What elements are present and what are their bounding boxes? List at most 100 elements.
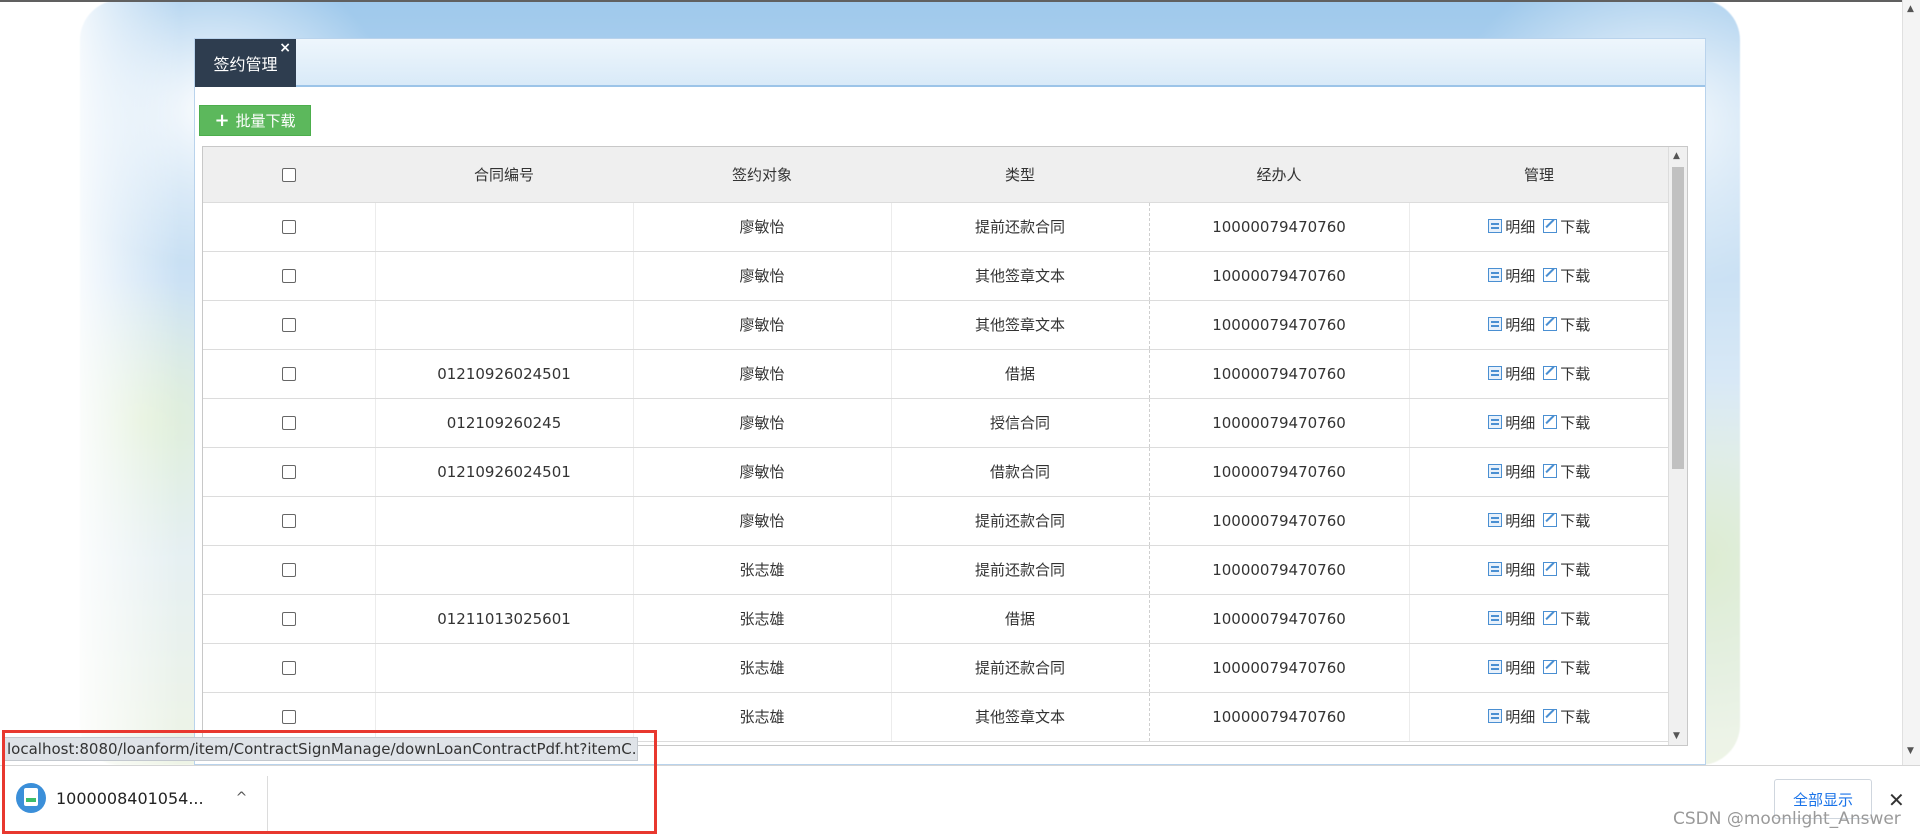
- download-link[interactable]: 下载: [1543, 608, 1590, 629]
- table-scroll-thumb[interactable]: [1672, 167, 1684, 469]
- row-checkbox[interactable]: [281, 563, 296, 577]
- handler-cell: 10000079470760: [1149, 692, 1410, 742]
- detail-link[interactable]: 明细: [1488, 657, 1535, 678]
- detail-label: 明细: [1505, 707, 1536, 726]
- row-checkbox[interactable]: [281, 416, 296, 430]
- detail-link[interactable]: 明细: [1488, 608, 1535, 629]
- row-checkbox[interactable]: [281, 269, 296, 283]
- detail-link[interactable]: 明细: [1488, 265, 1535, 286]
- column-header: 合同编号: [375, 147, 633, 203]
- background-fade-left: [0, 0, 180, 765]
- download-link[interactable]: 下载: [1543, 363, 1590, 384]
- page-scroll-up-icon[interactable]: ▲: [1907, 4, 1914, 14]
- actions-cell: 明细 下载: [1409, 643, 1669, 693]
- detail-link[interactable]: 明细: [1488, 706, 1535, 727]
- party-cell: 廖敏怡: [633, 398, 892, 448]
- download-link[interactable]: 下载: [1543, 706, 1590, 727]
- download-link[interactable]: 下载: [1543, 657, 1590, 678]
- detail-link[interactable]: 明细: [1488, 314, 1535, 335]
- download-link[interactable]: 下载: [1543, 510, 1590, 531]
- type-cell: 借据: [891, 349, 1150, 399]
- table-scroll-up-icon[interactable]: ▲: [1673, 151, 1680, 161]
- download-link[interactable]: 下载: [1543, 559, 1590, 580]
- handler-cell: 10000079470760: [1149, 545, 1410, 595]
- document-icon: [1488, 513, 1503, 528]
- download-link[interactable]: 下载: [1543, 216, 1590, 237]
- window-top-border: [0, 0, 1920, 2]
- edit-icon: [1543, 219, 1558, 234]
- edit-icon: [1543, 660, 1558, 675]
- table-scrollbar[interactable]: ▲ ▼: [1668, 147, 1687, 745]
- detail-label: 明细: [1505, 266, 1536, 285]
- edit-icon: [1543, 366, 1558, 381]
- row-checkbox[interactable]: [281, 612, 296, 626]
- actions-cell: 明细 下载: [1409, 594, 1669, 644]
- row-checkbox[interactable]: [281, 367, 296, 381]
- download-label: 下载: [1560, 560, 1591, 579]
- detail-link[interactable]: 明细: [1488, 363, 1535, 384]
- page-scrollbar[interactable]: ▲ ▼: [1902, 0, 1920, 765]
- document-icon: [1488, 366, 1503, 381]
- row-checkbox[interactable]: [281, 220, 296, 234]
- download-link[interactable]: 下载: [1543, 412, 1590, 433]
- row-select-cell: [203, 496, 376, 546]
- table-header-row: 合同编号 签约对象 类型 经办人 管理: [203, 147, 1669, 203]
- download-item[interactable]: 1000008401054... ^: [16, 783, 247, 813]
- chevron-up-icon[interactable]: ^: [236, 790, 248, 806]
- handler-cell: 10000079470760: [1149, 251, 1410, 301]
- download-item-divider: [267, 776, 268, 834]
- background-fade-right: [1760, 0, 1920, 765]
- download-link[interactable]: 下载: [1543, 314, 1590, 335]
- edit-icon: [1543, 317, 1558, 332]
- row-checkbox[interactable]: [281, 514, 296, 528]
- row-checkbox[interactable]: [281, 465, 296, 479]
- document-icon: [1488, 219, 1503, 234]
- contract-no-cell: [375, 251, 634, 301]
- detail-link[interactable]: 明细: [1488, 559, 1535, 580]
- download-label: 下载: [1560, 413, 1591, 432]
- download-link[interactable]: 下载: [1543, 265, 1590, 286]
- column-header: 签约对象: [633, 147, 891, 203]
- contract-sign-panel: 签约管理 × + 批量下载 合同编号 签约对象 类型 经办人 管理 廖敏怡 提前…: [194, 38, 1706, 765]
- type-cell: 其他签章文本: [891, 251, 1150, 301]
- detail-label: 明细: [1505, 315, 1536, 334]
- contract-no-cell: [375, 300, 634, 350]
- row-select-cell: [203, 349, 376, 399]
- detail-link[interactable]: 明细: [1488, 461, 1535, 482]
- row-select-cell: [203, 545, 376, 595]
- row-checkbox[interactable]: [281, 318, 296, 332]
- edit-icon: [1543, 562, 1558, 577]
- select-all-checkbox[interactable]: [282, 167, 296, 182]
- download-link[interactable]: 下载: [1543, 461, 1590, 482]
- edit-icon: [1543, 415, 1558, 430]
- handler-cell: 10000079470760: [1149, 300, 1410, 350]
- download-label: 下载: [1560, 364, 1591, 383]
- table-row: 廖敏怡 其他签章文本 10000079470760 明细 下载: [203, 300, 1669, 350]
- detail-link[interactable]: 明细: [1488, 216, 1535, 237]
- type-cell: 提前还款合同: [891, 496, 1150, 546]
- row-checkbox[interactable]: [281, 710, 296, 724]
- download-label: 下载: [1560, 266, 1591, 285]
- select-all-header: [203, 147, 375, 203]
- tab-contract-sign-management[interactable]: 签约管理 ×: [195, 39, 296, 87]
- row-checkbox[interactable]: [281, 661, 296, 675]
- party-cell: 张志雄: [633, 545, 892, 595]
- page-scroll-down-icon[interactable]: ▼: [1907, 746, 1914, 756]
- edit-icon: [1543, 268, 1558, 283]
- type-cell: 借据: [891, 594, 1150, 644]
- document-icon: [1488, 562, 1503, 577]
- detail-label: 明细: [1505, 413, 1536, 432]
- tab-close-icon[interactable]: ×: [279, 41, 291, 55]
- row-select-cell: [203, 398, 376, 448]
- download-file-name[interactable]: 1000008401054...: [56, 789, 204, 808]
- table-scroll-down-icon[interactable]: ▼: [1673, 731, 1680, 741]
- detail-link[interactable]: 明细: [1488, 412, 1535, 433]
- actions-cell: 明细 下载: [1409, 349, 1669, 399]
- detail-link[interactable]: 明细: [1488, 510, 1535, 531]
- party-cell: 廖敏怡: [633, 496, 892, 546]
- table-row: 廖敏怡 提前还款合同 10000079470760 明细 下载: [203, 202, 1669, 252]
- watermark: CSDN @moonlight_Answer: [1673, 809, 1901, 829]
- tab-bar: 签约管理 ×: [195, 39, 1705, 87]
- row-select-cell: [203, 251, 376, 301]
- batch-download-button[interactable]: + 批量下载: [199, 105, 311, 136]
